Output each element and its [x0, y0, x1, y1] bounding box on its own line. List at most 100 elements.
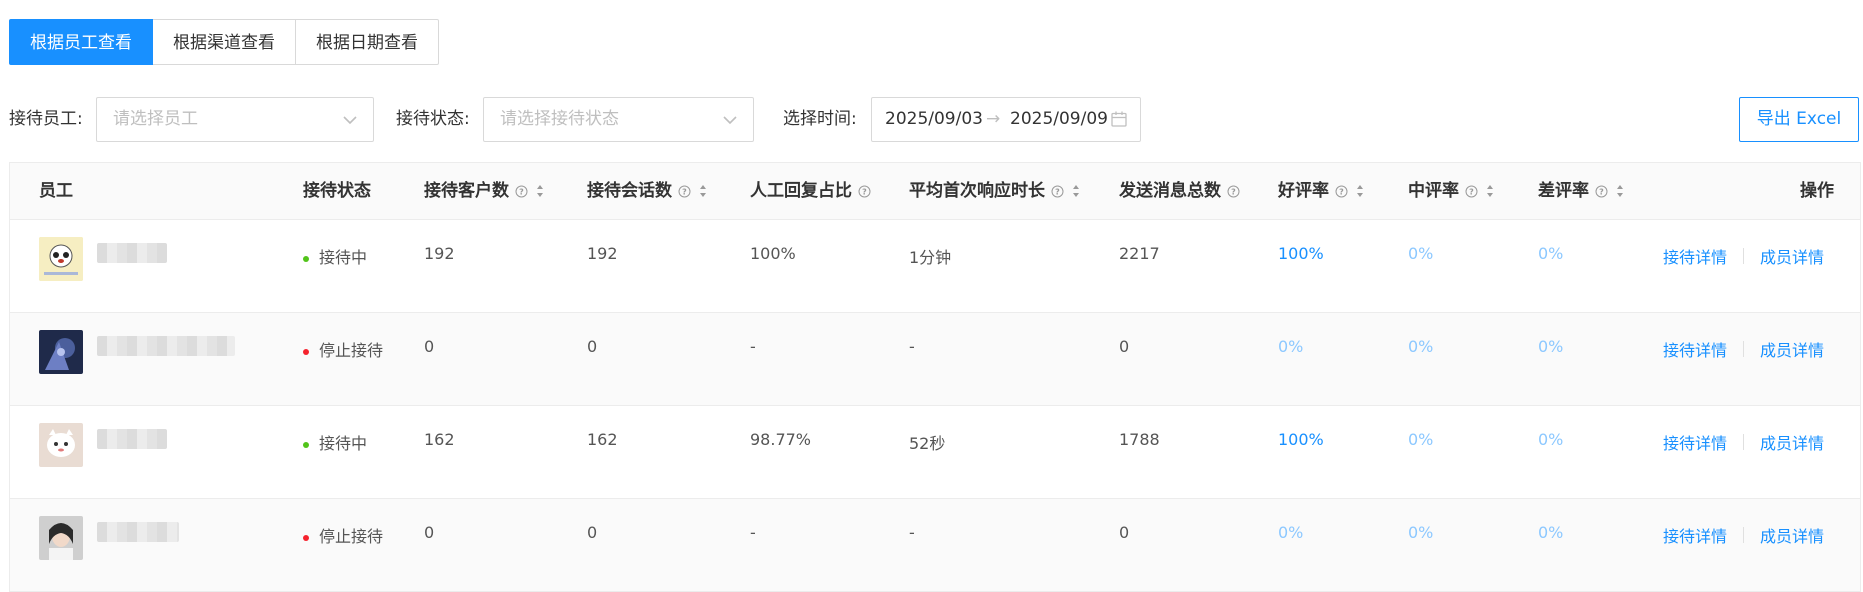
employee-select[interactable]: 请选择员工 — [96, 97, 374, 142]
col-bad-rate[interactable]: 差评率? — [1538, 163, 1624, 219]
status-cell: 停止接待 — [303, 523, 383, 547]
action-divider — [1743, 527, 1744, 543]
sessions-cell: 0 — [587, 337, 598, 356]
status-cell: 停止接待 — [303, 337, 383, 361]
messages-cell: 2217 — [1119, 244, 1160, 263]
status-select[interactable]: 请选择接待状态 — [483, 97, 754, 142]
employee-name-redacted — [97, 243, 167, 263]
view-mode-tabs: 根据员工查看 根据渠道查看 根据日期查看 — [9, 19, 439, 65]
avg-first-response-cell: - — [909, 523, 915, 542]
table-row: 停止接待 0 0 - - 0 0% 0% 0% 接待详情 成员详情 — [10, 313, 1860, 406]
messages-cell: 0 — [1119, 337, 1130, 356]
sort-caret-icon[interactable] — [536, 184, 544, 198]
svg-text:?: ? — [1055, 187, 1060, 196]
question-circle-icon[interactable]: ? — [1465, 185, 1478, 198]
question-circle-icon[interactable]: ? — [1595, 185, 1608, 198]
good-rate-link[interactable]: 100% — [1278, 430, 1324, 449]
good-rate-link[interactable]: 100% — [1278, 244, 1324, 263]
mid-rate-link[interactable]: 0% — [1408, 430, 1433, 449]
filter-bar: 接待员工: 请选择员工 接待状态: 请选择接待状态 选择时间: 2025/09/… — [9, 97, 1859, 142]
col-messages: 发送消息总数? — [1119, 163, 1240, 219]
svg-text:?: ? — [1339, 187, 1344, 196]
sort-caret-icon[interactable] — [699, 184, 707, 198]
reception-detail-link[interactable]: 接待详情 — [1663, 523, 1727, 547]
bad-rate-link[interactable]: 0% — [1538, 244, 1563, 263]
export-excel-button[interactable]: 导出 Excel — [1739, 97, 1859, 142]
avg-first-response-cell: 52秒 — [909, 434, 946, 453]
member-detail-link[interactable]: 成员详情 — [1760, 523, 1824, 547]
manual-ratio-cell: 100% — [750, 244, 796, 263]
messages-cell: 0 — [1119, 523, 1130, 542]
customers-cell: 192 — [424, 244, 455, 263]
col-good-rate[interactable]: 好评率? — [1278, 163, 1364, 219]
reception-detail-link[interactable]: 接待详情 — [1663, 430, 1727, 454]
avatar — [39, 330, 83, 374]
sessions-cell: 162 — [587, 430, 618, 449]
status-dot-stopped — [303, 534, 309, 541]
reception-detail-link[interactable]: 接待详情 — [1663, 244, 1727, 268]
manual-ratio-cell: 98.77% — [750, 430, 812, 449]
svg-text:?: ? — [519, 187, 524, 196]
col-customers[interactable]: 接待客户数? — [424, 163, 544, 219]
col-sessions[interactable]: 接待会话数? — [587, 163, 707, 219]
employee-stats-table: 员工 接待状态 接待客户数? 接待会话数? 人工回复占比? 平均首次响应时长? … — [9, 162, 1861, 592]
mid-rate-link[interactable]: 0% — [1408, 244, 1433, 263]
member-detail-link[interactable]: 成员详情 — [1760, 337, 1824, 361]
col-actions: 操作 — [1800, 181, 1834, 201]
bad-rate-link[interactable]: 0% — [1538, 430, 1563, 449]
question-circle-icon[interactable]: ? — [678, 185, 691, 198]
status-cell: 接待中 — [303, 244, 367, 268]
good-rate-link[interactable]: 0% — [1278, 523, 1303, 542]
status-cell: 接待中 — [303, 430, 367, 454]
question-circle-icon[interactable]: ? — [1051, 185, 1064, 198]
sort-caret-icon[interactable] — [1616, 184, 1624, 198]
status-dot-stopped — [303, 348, 309, 355]
tab-by-employee[interactable]: 根据员工查看 — [9, 19, 153, 65]
status-dot-active — [303, 441, 309, 448]
tab-by-date[interactable]: 根据日期查看 — [295, 19, 439, 65]
action-divider — [1743, 434, 1744, 450]
sessions-cell: 0 — [587, 523, 598, 542]
status-select-placeholder: 请选择接待状态 — [500, 109, 619, 129]
question-circle-icon[interactable]: ? — [1227, 185, 1240, 198]
mid-rate-link[interactable]: 0% — [1408, 523, 1433, 542]
time-filter-label: 选择时间: — [783, 109, 857, 129]
table-header: 员工 接待状态 接待客户数? 接待会话数? 人工回复占比? 平均首次响应时长? … — [10, 163, 1860, 220]
col-employee: 员工 — [39, 181, 73, 201]
range-arrow: → — [986, 109, 1001, 129]
status-dot-active — [303, 255, 309, 262]
col-avg-first-response[interactable]: 平均首次响应时长? — [909, 163, 1080, 219]
employee-name-redacted — [97, 336, 235, 356]
avatar — [39, 237, 83, 281]
table-row: 接待中 192 192 100% 1分钟 2217 100% 0% 0% 接待详… — [10, 220, 1860, 313]
sessions-cell: 192 — [587, 244, 618, 263]
date-start-input[interactable]: 2025/09/03 — [885, 98, 983, 141]
reception-detail-link[interactable]: 接待详情 — [1663, 337, 1727, 361]
mid-rate-link[interactable]: 0% — [1408, 337, 1433, 356]
bad-rate-link[interactable]: 0% — [1538, 523, 1563, 542]
bad-rate-link[interactable]: 0% — [1538, 337, 1563, 356]
action-divider — [1743, 341, 1744, 357]
col-manual-ratio: 人工回复占比? — [750, 163, 871, 219]
sort-caret-icon[interactable] — [1486, 184, 1494, 198]
svg-text:?: ? — [862, 187, 867, 196]
svg-text:?: ? — [1469, 187, 1474, 196]
avg-first-response-cell: 1分钟 — [909, 248, 952, 267]
good-rate-link[interactable]: 0% — [1278, 337, 1303, 356]
avatar — [39, 423, 83, 467]
question-circle-icon[interactable]: ? — [515, 185, 528, 198]
question-circle-icon[interactable]: ? — [1335, 185, 1348, 198]
customers-cell: 162 — [424, 430, 455, 449]
table-row: 停止接待 0 0 - - 0 0% 0% 0% 接待详情 成员详情 — [10, 499, 1860, 592]
tab-by-channel[interactable]: 根据渠道查看 — [152, 19, 296, 65]
question-circle-icon[interactable]: ? — [858, 185, 871, 198]
sort-caret-icon[interactable] — [1356, 184, 1364, 198]
chevron-down-icon — [343, 116, 357, 125]
member-detail-link[interactable]: 成员详情 — [1760, 430, 1824, 454]
date-end-input[interactable]: 2025/09/09 — [1010, 98, 1108, 141]
employee-select-placeholder: 请选择员工 — [113, 109, 198, 129]
member-detail-link[interactable]: 成员详情 — [1760, 244, 1824, 268]
date-range-picker[interactable]: 2025/09/03 → 2025/09/09 — [871, 97, 1141, 142]
col-mid-rate[interactable]: 中评率? — [1408, 163, 1494, 219]
sort-caret-icon[interactable] — [1072, 184, 1080, 198]
